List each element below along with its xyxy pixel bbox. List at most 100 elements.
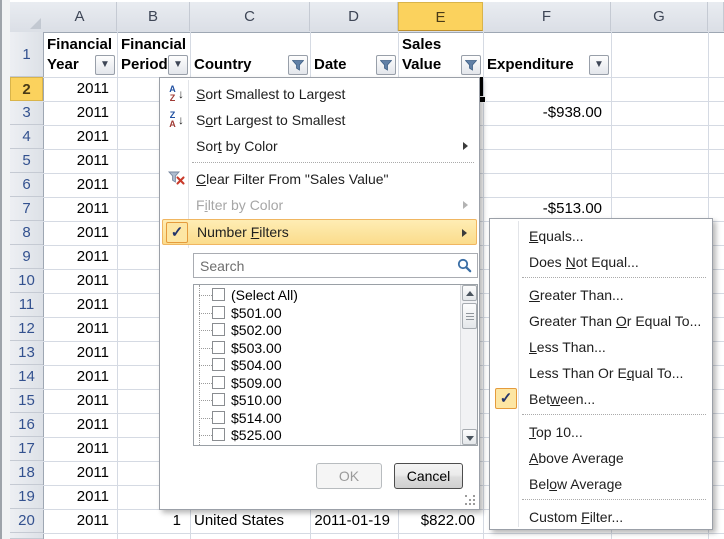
cell-A4[interactable]: 2011 bbox=[43, 125, 114, 149]
submenu-item-less-than[interactable]: Less Than... bbox=[492, 334, 710, 360]
cell-A7[interactable]: 2011 bbox=[43, 197, 114, 221]
cell-A16[interactable]: 2011 bbox=[43, 413, 114, 437]
column-header-C[interactable]: C bbox=[190, 2, 310, 31]
cell-A12[interactable]: 2011 bbox=[43, 317, 114, 341]
resize-grip-icon[interactable] bbox=[465, 495, 475, 505]
cell-F3[interactable]: -$938.00 bbox=[483, 101, 607, 125]
cell-A14[interactable]: 2011 bbox=[43, 365, 114, 389]
submenu-item-between[interactable]: ✓Between... bbox=[492, 386, 710, 412]
row-header-19[interactable]: 19 bbox=[10, 485, 43, 509]
submenu-item-greater-than[interactable]: Greater Than... bbox=[492, 282, 710, 308]
column-header-B[interactable]: B bbox=[117, 2, 190, 31]
row-header-14[interactable]: 14 bbox=[10, 365, 43, 389]
value-checkbox[interactable] bbox=[212, 288, 225, 301]
column-header-D[interactable]: D bbox=[310, 2, 398, 31]
row-header-7[interactable]: 7 bbox=[10, 197, 43, 221]
filter-value-item[interactable]: $502.00 bbox=[194, 321, 477, 339]
cancel-button[interactable]: Cancel bbox=[394, 463, 463, 489]
column-header-partial[interactable] bbox=[708, 2, 724, 31]
submenu-item-does-not-equal[interactable]: Does Not Equal... bbox=[492, 249, 710, 275]
row-header-10[interactable]: 10 bbox=[10, 269, 43, 293]
cell-C20[interactable]: United States bbox=[190, 509, 308, 533]
submenu-item-above-average[interactable]: Above Average bbox=[492, 445, 710, 471]
menu-item-sort-by-color[interactable]: Sort by Color bbox=[162, 133, 477, 159]
cell-A3[interactable]: 2011 bbox=[43, 101, 114, 125]
filter-value-item[interactable]: $509.00 bbox=[194, 374, 477, 392]
row-header-17[interactable]: 17 bbox=[10, 437, 43, 461]
row-header-8[interactable]: 8 bbox=[10, 221, 43, 245]
row-header-16[interactable]: 16 bbox=[10, 413, 43, 437]
filter-value-item[interactable]: $514.00 bbox=[194, 409, 477, 427]
row-header-1[interactable]: 1 bbox=[10, 32, 43, 77]
column-header-G[interactable]: G bbox=[611, 2, 708, 31]
filter-applied-button-date[interactable] bbox=[376, 55, 396, 75]
row-header-12[interactable]: 12 bbox=[10, 317, 43, 341]
column-header-F[interactable]: F bbox=[483, 2, 611, 31]
select-all-corner[interactable] bbox=[10, 2, 44, 31]
value-checkbox[interactable] bbox=[212, 376, 225, 389]
submenu-item-equals[interactable]: Equals... bbox=[492, 223, 710, 249]
header-cell-financial-year[interactable]: Financial Year ▼ bbox=[43, 32, 117, 77]
menu-item-number-filters[interactable]: ✓ Number Filters bbox=[162, 219, 477, 245]
value-checkbox[interactable] bbox=[212, 306, 225, 319]
row-header-11[interactable]: 11 bbox=[10, 293, 43, 317]
cell-A15[interactable]: 2011 bbox=[43, 389, 114, 413]
row-header-9[interactable]: 9 bbox=[10, 245, 43, 269]
menu-item-clear-filter[interactable]: Clear Filter From "Sales Value" bbox=[162, 166, 477, 192]
row-header-5[interactable]: 5 bbox=[10, 149, 43, 173]
cell-A20[interactable]: 2011 bbox=[43, 509, 114, 533]
cell-A19[interactable]: 2011 bbox=[43, 485, 114, 509]
cell-A17[interactable]: 2011 bbox=[43, 437, 114, 461]
header-cell-financial-period[interactable]: Financial Period ▼ bbox=[117, 32, 190, 77]
row-header-3[interactable]: 3 bbox=[10, 101, 43, 125]
submenu-item-top-10[interactable]: Top 10... bbox=[492, 419, 710, 445]
value-checkbox[interactable] bbox=[212, 358, 225, 371]
value-checkbox[interactable] bbox=[212, 341, 225, 354]
cell-E20[interactable]: $822.00 bbox=[398, 509, 480, 533]
cell-A6[interactable]: 2011 bbox=[43, 173, 114, 197]
cell-A10[interactable]: 2011 bbox=[43, 269, 114, 293]
filter-applied-button-sales-value[interactable] bbox=[461, 55, 481, 75]
filter-value-item[interactable]: (Select All) bbox=[194, 286, 477, 304]
filter-value-item[interactable]: $503.00 bbox=[194, 339, 477, 357]
row-header-2[interactable]: 2 bbox=[10, 77, 43, 101]
cell-B20[interactable]: 1 bbox=[117, 509, 186, 533]
submenu-item-custom-filter[interactable]: Custom Filter... bbox=[492, 504, 710, 530]
cell-A18[interactable]: 2011 bbox=[43, 461, 114, 485]
value-checkbox[interactable] bbox=[212, 393, 225, 406]
search-input[interactable] bbox=[193, 253, 478, 278]
header-cell-date[interactable]: Date bbox=[310, 32, 398, 77]
cell-A8[interactable]: 2011 bbox=[43, 221, 114, 245]
value-checkbox[interactable] bbox=[212, 446, 225, 447]
filter-applied-button-country[interactable] bbox=[288, 55, 308, 75]
row-header-15[interactable]: 15 bbox=[10, 389, 43, 413]
value-checkbox[interactable] bbox=[212, 428, 225, 441]
filter-value-item-partial[interactable] bbox=[194, 444, 477, 447]
submenu-item-greater-than-or-equal-to[interactable]: Greater Than Or Equal To... bbox=[492, 308, 710, 334]
row-header-20[interactable]: 20 bbox=[10, 509, 43, 533]
cell-A9[interactable]: 2011 bbox=[43, 245, 114, 269]
cell-A2[interactable]: 2011 bbox=[43, 77, 114, 101]
row-header-13[interactable]: 13 bbox=[10, 341, 43, 365]
row-header-4[interactable]: 4 bbox=[10, 125, 43, 149]
filter-value-item[interactable]: $504.00 bbox=[194, 356, 477, 374]
filter-dropdown-button-financial-period[interactable]: ▼ bbox=[168, 55, 188, 75]
active-cell-fill-handle[interactable] bbox=[479, 96, 486, 103]
filter-dropdown-button-expenditure[interactable]: ▼ bbox=[589, 55, 609, 75]
cell-D20[interactable]: 2011-01-19 bbox=[310, 509, 395, 533]
row-header-6[interactable]: 6 bbox=[10, 173, 43, 197]
cell-A5[interactable]: 2011 bbox=[43, 149, 114, 173]
filter-value-item[interactable]: $501.00 bbox=[194, 304, 477, 322]
filter-value-item[interactable]: $510.00 bbox=[194, 391, 477, 409]
filter-value-item[interactable]: $525.00 bbox=[194, 426, 477, 444]
row-header-18[interactable]: 18 bbox=[10, 461, 43, 485]
value-checkbox[interactable] bbox=[212, 323, 225, 336]
header-cell-expenditure[interactable]: Expenditure ▼ bbox=[483, 32, 611, 77]
header-cell-country[interactable]: Country bbox=[190, 32, 310, 77]
column-header-A[interactable]: A bbox=[43, 2, 117, 31]
cell-A13[interactable]: 2011 bbox=[43, 341, 114, 365]
submenu-item-below-average[interactable]: Below Average bbox=[492, 471, 710, 497]
menu-item-sort-smallest-to-largest[interactable]: AZ ↓ Sort Smallest to Largest bbox=[162, 81, 477, 107]
menu-item-sort-largest-to-smallest[interactable]: ZA ↓ Sort Largest to Smallest bbox=[162, 107, 477, 133]
value-checkbox[interactable] bbox=[212, 411, 225, 424]
